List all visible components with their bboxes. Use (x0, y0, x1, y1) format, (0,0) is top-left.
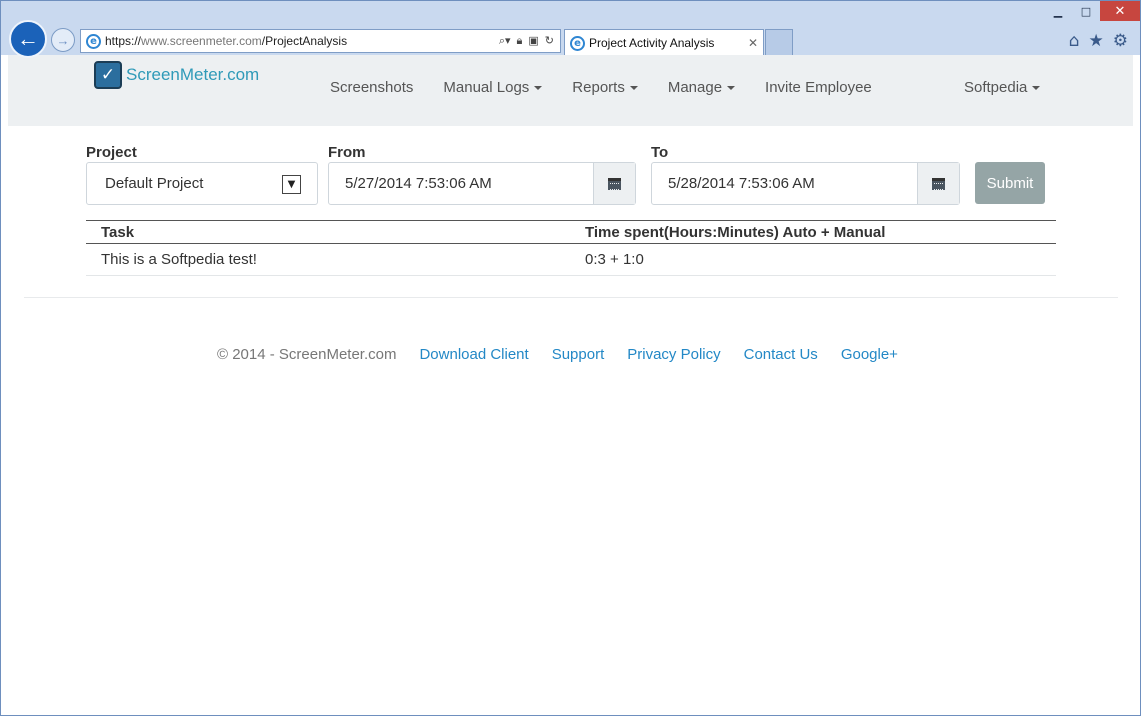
nav-label: Invite Employee (765, 79, 872, 96)
refresh-icon[interactable]: ↻ (545, 34, 554, 48)
table-row: This is a Softpedia test! 0:3 + 1:0 (86, 244, 1056, 276)
to-calendar-button[interactable] (917, 163, 959, 204)
project-label: Project (86, 144, 137, 161)
checkmark-logo-icon: ✓ (94, 61, 122, 89)
footer: © 2014 - ScreenMeter.com Download Client… (217, 346, 921, 363)
copyright: © 2014 - ScreenMeter.com (217, 346, 397, 363)
brand-name: ScreenMeter.com (126, 65, 260, 84)
task-cell: This is a Softpedia test! (101, 251, 257, 268)
caret-down-icon (629, 86, 638, 91)
address-url[interactable]: https://www.screenmeter.com/ProjectAnaly… (105, 34, 499, 48)
to-date-group: 5/28/2014 7:53:06 AM (651, 162, 960, 205)
maximize-button[interactable]: □ (1072, 1, 1100, 21)
url-path: /ProjectAnalysis (261, 34, 348, 48)
close-icon[interactable]: ✕ (743, 36, 763, 50)
from-label: From (328, 144, 366, 161)
calendar-icon (932, 177, 945, 190)
main-nav: Screenshots Manual Logs Reports Manage I… (330, 79, 902, 96)
back-arrow-icon: ← (17, 26, 39, 51)
caret-down-icon (1032, 86, 1041, 91)
forward-button[interactable]: → (51, 28, 75, 52)
column-header-time-spent: Time spent(Hours:Minutes) Auto + Manual (585, 224, 886, 241)
nav-label: Reports (572, 79, 625, 96)
site-navbar: ✓ ScreenMeter.com Screenshots Manual Log… (8, 55, 1133, 126)
nav-invite-employee[interactable]: Invite Employee (765, 79, 872, 96)
search-icon[interactable]: ⌕▾ (499, 34, 511, 48)
time-spent-cell: 0:3 + 1:0 (585, 251, 644, 268)
tab-title: Project Activity Analysis (589, 36, 715, 50)
nav-label: Manual Logs (443, 79, 530, 96)
nav-user-menu[interactable]: Softpedia (964, 79, 1041, 96)
nav-screenshots[interactable]: Screenshots (330, 79, 413, 96)
nav-reports[interactable]: Reports (572, 79, 638, 96)
from-date-input[interactable]: 5/27/2014 7:53:06 AM (329, 163, 593, 204)
caret-down-icon (727, 86, 736, 91)
nav-manage[interactable]: Manage (667, 79, 736, 96)
tab-project-activity[interactable]: e Project Activity Analysis ✕ (564, 29, 764, 56)
minimize-button[interactable]: ▁ (1044, 1, 1072, 21)
home-icon[interactable]: ⌂ (1069, 31, 1080, 51)
table-header: Task Time spent(Hours:Minutes) Auto + Ma… (86, 221, 1056, 244)
nav-user-label: Softpedia (964, 79, 1028, 96)
to-date-input[interactable]: 5/28/2014 7:53:06 AM (652, 163, 917, 204)
to-label: To (651, 144, 669, 161)
url-scheme: https:// (105, 34, 142, 48)
compat-view-icon[interactable]: ▣ (528, 34, 538, 48)
footer-link-download-client[interactable]: Download Client (419, 346, 528, 363)
footer-link-contact-us[interactable]: Contact Us (744, 346, 818, 363)
ie-logo-icon: e (86, 33, 101, 49)
url-host: www.screenmeter.com (141, 34, 262, 48)
window-controls: ▁ □ ✕ (1044, 1, 1140, 23)
address-bar[interactable]: e https://www.screenmeter.com/ProjectAna… (80, 29, 561, 53)
new-tab-button[interactable] (765, 29, 793, 55)
browser-chrome: ▁ □ ✕ e https://www.screenmeter.com/Proj… (0, 0, 1141, 56)
from-calendar-button[interactable] (593, 163, 635, 204)
page-frame (0, 55, 1141, 716)
browser-tools: ⌂ ★ ⚙ (1069, 31, 1128, 51)
back-button[interactable]: ← (9, 20, 47, 58)
star-icon[interactable]: ★ (1089, 31, 1104, 51)
footer-link-google-plus[interactable]: Google+ (841, 346, 898, 363)
gear-icon[interactable]: ⚙ (1113, 31, 1128, 51)
project-select[interactable]: Default Project ▼ (86, 162, 318, 205)
footer-link-privacy-policy[interactable]: Privacy Policy (627, 346, 720, 363)
close-window-button[interactable]: ✕ (1100, 1, 1140, 21)
forward-arrow-icon: → (56, 32, 70, 48)
caret-down-icon (534, 86, 543, 91)
analysis-table: Task Time spent(Hours:Minutes) Auto + Ma… (86, 220, 1056, 276)
nav-label: Manage (667, 79, 723, 96)
divider (24, 297, 1118, 298)
lock-icon[interactable]: 🔒︎ (517, 34, 523, 48)
column-header-task: Task (101, 224, 135, 241)
footer-link-support[interactable]: Support (552, 346, 605, 363)
ie-logo-icon: e (570, 35, 585, 51)
nav-label: Screenshots (330, 79, 414, 96)
submit-button[interactable]: Submit (975, 162, 1045, 204)
nav-manual-logs[interactable]: Manual Logs (443, 79, 543, 96)
from-date-group: 5/27/2014 7:53:06 AM (328, 162, 636, 205)
brand[interactable]: ✓ ScreenMeter.com (94, 61, 259, 89)
chevron-down-icon[interactable]: ▼ (282, 175, 301, 194)
project-selected-value: Default Project (105, 175, 204, 192)
calendar-icon (608, 177, 621, 190)
